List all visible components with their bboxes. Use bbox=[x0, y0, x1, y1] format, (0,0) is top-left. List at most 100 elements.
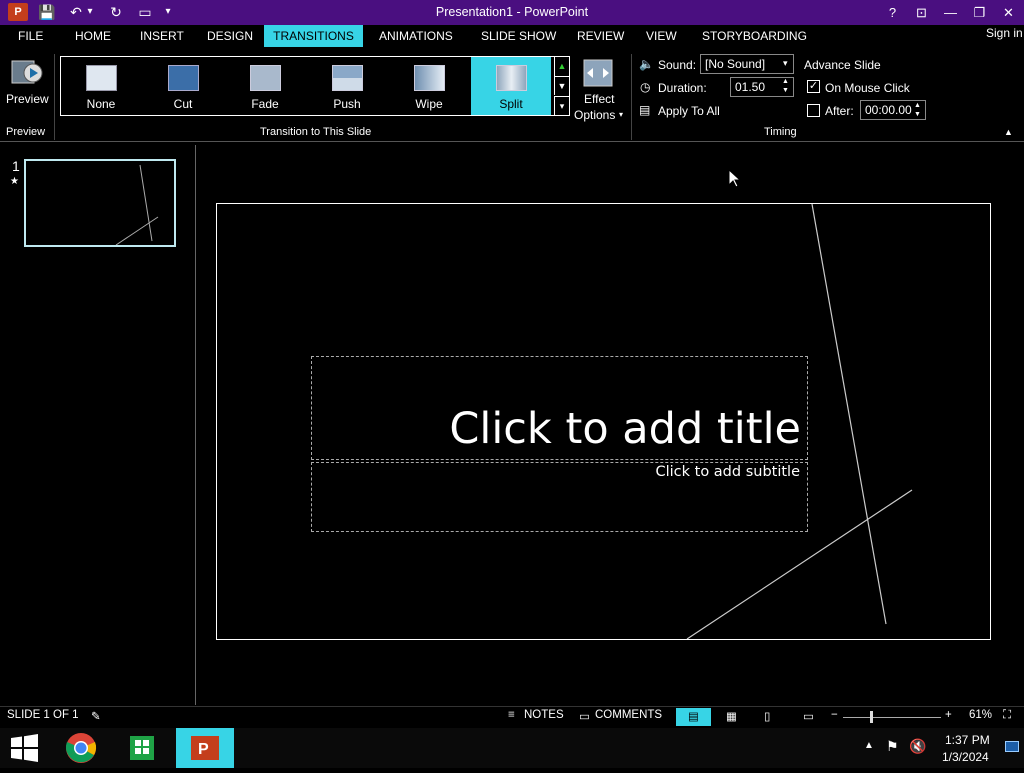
powerpoint-taskbar-icon[interactable]: P bbox=[176, 728, 234, 768]
reading-view-icon[interactable]: ▯ bbox=[764, 709, 770, 723]
undo-dropdown-icon[interactable]: ▾ bbox=[85, 2, 95, 22]
effect-options-label-1[interactable]: Effect bbox=[584, 92, 614, 106]
undo-icon[interactable]: ↶ bbox=[68, 2, 84, 22]
preview-button[interactable]: Preview bbox=[6, 92, 49, 106]
comments-icon[interactable]: ▭ bbox=[579, 709, 590, 723]
on-mouse-click-label: On Mouse Click bbox=[825, 81, 910, 95]
slide-thumbnail[interactable] bbox=[24, 159, 176, 247]
tab-storyboarding[interactable]: STORYBOARDING bbox=[696, 25, 813, 47]
save-icon[interactable]: 💾 bbox=[37, 2, 57, 22]
tab-slide-show[interactable]: SLIDE SHOW bbox=[475, 25, 562, 47]
slideshow-view-icon[interactable]: ▭ bbox=[803, 709, 814, 723]
slide-count: SLIDE 1 OF 1 bbox=[7, 709, 79, 721]
spellcheck-icon[interactable]: ✎ bbox=[91, 709, 101, 723]
notes-icon[interactable]: ≡ bbox=[508, 709, 515, 721]
taskbar-time[interactable]: 1:37 PM bbox=[945, 733, 990, 747]
transition-push-label: Push bbox=[333, 97, 361, 111]
after-label: After: bbox=[825, 104, 854, 118]
comments-button[interactable]: COMMENTS bbox=[595, 709, 662, 721]
tab-review[interactable]: REVIEW bbox=[571, 25, 630, 47]
maximize-button[interactable]: ❐ bbox=[965, 0, 994, 25]
collapse-ribbon-icon[interactable]: ▲ bbox=[1004, 127, 1013, 137]
tab-view[interactable]: VIEW bbox=[640, 25, 683, 47]
transition-split[interactable]: Split bbox=[471, 57, 551, 115]
zoom-slider-thumb[interactable] bbox=[870, 711, 873, 723]
title-placeholder[interactable]: Click to add title bbox=[311, 404, 801, 454]
chrome-taskbar-icon[interactable] bbox=[58, 728, 104, 768]
effect-options-dropdown-icon[interactable]: ▾ bbox=[619, 110, 623, 119]
start-from-beginning-icon[interactable]: ▭ bbox=[136, 2, 154, 22]
mouse-cursor-icon bbox=[728, 168, 742, 193]
cut-transition-icon bbox=[168, 65, 199, 91]
after-checkbox[interactable] bbox=[807, 104, 820, 117]
transition-fade[interactable]: Fade bbox=[225, 57, 305, 115]
show-hidden-icons-icon[interactable]: ▲ bbox=[864, 740, 874, 751]
gallery-more-icon[interactable]: ▾ bbox=[554, 96, 569, 115]
tab-design[interactable]: DESIGN bbox=[201, 25, 259, 47]
slide-number: 1 bbox=[12, 158, 20, 174]
preview-group-label: Preview bbox=[6, 126, 46, 138]
show-desktop-icon[interactable] bbox=[1005, 741, 1019, 752]
preview-icon[interactable] bbox=[10, 57, 44, 89]
help-button[interactable]: ? bbox=[878, 0, 907, 25]
transition-push[interactable]: Push bbox=[307, 57, 387, 115]
gallery-scroll-down-icon[interactable]: ▼ bbox=[554, 76, 569, 95]
zoom-slider[interactable] bbox=[843, 717, 941, 718]
tab-transitions[interactable]: TRANSITIONS bbox=[264, 25, 363, 47]
ribbon-display-options-button[interactable]: ⊡ bbox=[907, 0, 936, 25]
sound-icon: 🔈 bbox=[639, 57, 654, 71]
transition-group-label: Transition to This Slide bbox=[260, 126, 372, 138]
tab-file[interactable]: FILE bbox=[12, 25, 49, 47]
sound-label: Sound: bbox=[658, 58, 697, 72]
ribbon-separator bbox=[54, 54, 55, 140]
redo-icon[interactable]: ↻ bbox=[107, 2, 125, 22]
duration-label: Duration: bbox=[658, 81, 707, 95]
fade-transition-icon bbox=[250, 65, 281, 91]
sound-dropdown[interactable]: [No Sound] bbox=[700, 54, 794, 74]
transition-star-icon: ★ bbox=[10, 176, 19, 187]
transition-wipe[interactable]: Wipe bbox=[389, 57, 469, 115]
transition-none[interactable]: None bbox=[61, 57, 141, 115]
advance-slide-heading: Advance Slide bbox=[804, 58, 881, 72]
tab-insert[interactable]: INSERT bbox=[134, 25, 190, 47]
svg-text:P: P bbox=[198, 741, 209, 758]
duration-spinner-icon[interactable]: ▲ ▼ bbox=[782, 77, 789, 95]
transition-cut[interactable]: Cut bbox=[143, 57, 223, 115]
taskbar-date[interactable]: 1/3/2024 bbox=[942, 750, 989, 764]
none-transition-icon bbox=[86, 65, 117, 91]
volume-muted-icon[interactable]: 🔇 bbox=[909, 738, 926, 755]
transition-fade-label: Fade bbox=[251, 97, 279, 111]
effect-options-icon[interactable] bbox=[583, 59, 613, 87]
after-spinner-icon[interactable]: ▲ ▼ bbox=[914, 101, 921, 119]
fit-to-window-icon[interactable]: ⛶ bbox=[1003, 709, 1011, 722]
gallery-scroll-up-icon[interactable]: ▲ bbox=[554, 57, 569, 76]
zoom-level[interactable]: 61% bbox=[969, 709, 992, 721]
close-button[interactable]: ✕ bbox=[994, 0, 1023, 25]
transition-wipe-label: Wipe bbox=[415, 97, 443, 111]
normal-view-icon: ▤ bbox=[688, 711, 699, 723]
customize-toolbar-icon[interactable]: ▾ bbox=[162, 2, 174, 22]
minimize-button[interactable]: — bbox=[936, 0, 965, 25]
clock-icon: ◷ bbox=[640, 80, 651, 94]
windows-start-icon[interactable] bbox=[10, 734, 40, 762]
notes-button[interactable]: NOTES bbox=[524, 709, 564, 721]
powerpoint-app-icon[interactable]: P bbox=[8, 3, 28, 21]
effect-options-button[interactable]: Options bbox=[574, 108, 615, 122]
sound-dropdown-chevron-icon[interactable]: ▾ bbox=[783, 58, 788, 69]
sign-in-link[interactable]: Sign in bbox=[986, 26, 1023, 40]
transition-cut-label: Cut bbox=[173, 97, 193, 111]
subtitle-placeholder[interactable]: Click to add subtitle bbox=[311, 464, 800, 480]
ribbon-separator bbox=[631, 54, 632, 140]
apply-to-all-button[interactable]: Apply To All bbox=[658, 104, 720, 118]
transition-split-label: Split bbox=[499, 97, 523, 111]
on-mouse-click-checkbox[interactable]: ✓ bbox=[807, 80, 820, 93]
timing-group-label: Timing bbox=[764, 126, 797, 138]
tab-home[interactable]: HOME bbox=[69, 25, 117, 47]
slide-sorter-icon[interactable]: ▦ bbox=[726, 709, 737, 723]
action-center-flag-icon[interactable]: ⚑ bbox=[886, 738, 899, 755]
store-taskbar-icon[interactable] bbox=[119, 728, 165, 768]
zoom-out-button[interactable]: − bbox=[831, 709, 838, 721]
zoom-in-button[interactable]: + bbox=[945, 709, 952, 721]
transition-none-label: None bbox=[86, 97, 116, 111]
tab-animations[interactable]: ANIMATIONS bbox=[373, 25, 459, 47]
